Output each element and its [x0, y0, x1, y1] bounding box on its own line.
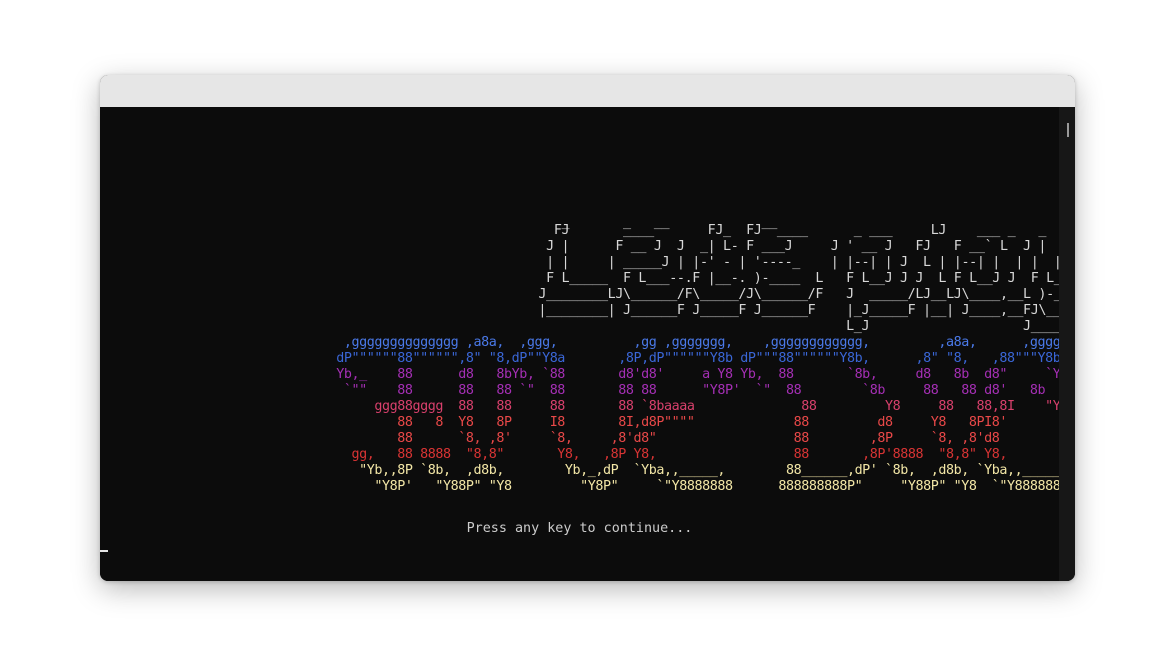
ascii-art-line: F L_____ F L___--.F |__-. )-____ L F L__… [100, 271, 1075, 286]
ascii-art-line: |________| J______F J_____F J______F |_J… [100, 303, 1075, 318]
ascii-art-line: "Yb,,8P `8b, ,d8b, Yb,_,dP `Yba,,_____, … [100, 463, 1075, 478]
ascii-art-line: Yb,_ 88 d8 8bYb, `88 d8'd8' a Y8 Yb, 88 … [100, 367, 1075, 382]
ascii-art-line: FJ ____ FJ_ FJ ____ _ ___ LJ ___ _ _ _ [100, 223, 1075, 238]
ascii-art-line: | | | _____J | |-' - | '----_ | |--| | J… [100, 255, 1075, 270]
title-bar[interactable] [100, 75, 1075, 107]
vertical-scrollbar[interactable] [1059, 107, 1075, 581]
scrollbar-thumb[interactable] [1067, 123, 1069, 137]
ascii-art-line: ,gggggggggggggg ,a8a, ,ggg, ,gg ,ggggggg… [100, 335, 1075, 350]
ascii-art-line: 88 `8, ,8' `8, ,8'd8" 88 ,8P `8, ,8'd8 d… [100, 431, 1075, 446]
ascii-art-line: J________LJ\______/F\_____/J\______/F J … [100, 287, 1075, 302]
press-any-key-prompt: Press any key to continue... [466, 521, 693, 536]
terminal-output[interactable]: Press any key to continue... _ _ __ __ F… [100, 107, 1075, 581]
ascii-art-line: ggg88gggg 88 88 88 88 `8baaaa 88 Y8 88 8… [100, 399, 1075, 414]
ascii-art-line: 88 8 Y8 8P I8 8I,d8P"""" 88 d8 Y8 8PI8' … [100, 415, 1075, 430]
text-cursor [100, 550, 108, 552]
ascii-art-line: L_J J______F [100, 319, 1075, 334]
ascii-art-line: `"" 88 88 88 `" 88 88 88 "Y8P' `" 88 `8b… [100, 383, 1075, 398]
ascii-art-line: "Y8P' "Y88P" "Y8 "Y8P" `"Y8888888 888888… [100, 479, 1075, 494]
ascii-art-line: dP""""""88"""""",8" "8,dP""Y8a ,8P,dP"""… [100, 351, 1075, 366]
ascii-art-line: gg, 88 8888 "8,8" Y8, ,8P Y8, 88 ,8P'888… [100, 447, 1075, 462]
terminal-window: Press any key to continue... _ _ __ __ F… [100, 75, 1075, 581]
ascii-art-line: J | F __ J J _| L- F ___J J ' __ J FJ F … [100, 239, 1075, 254]
